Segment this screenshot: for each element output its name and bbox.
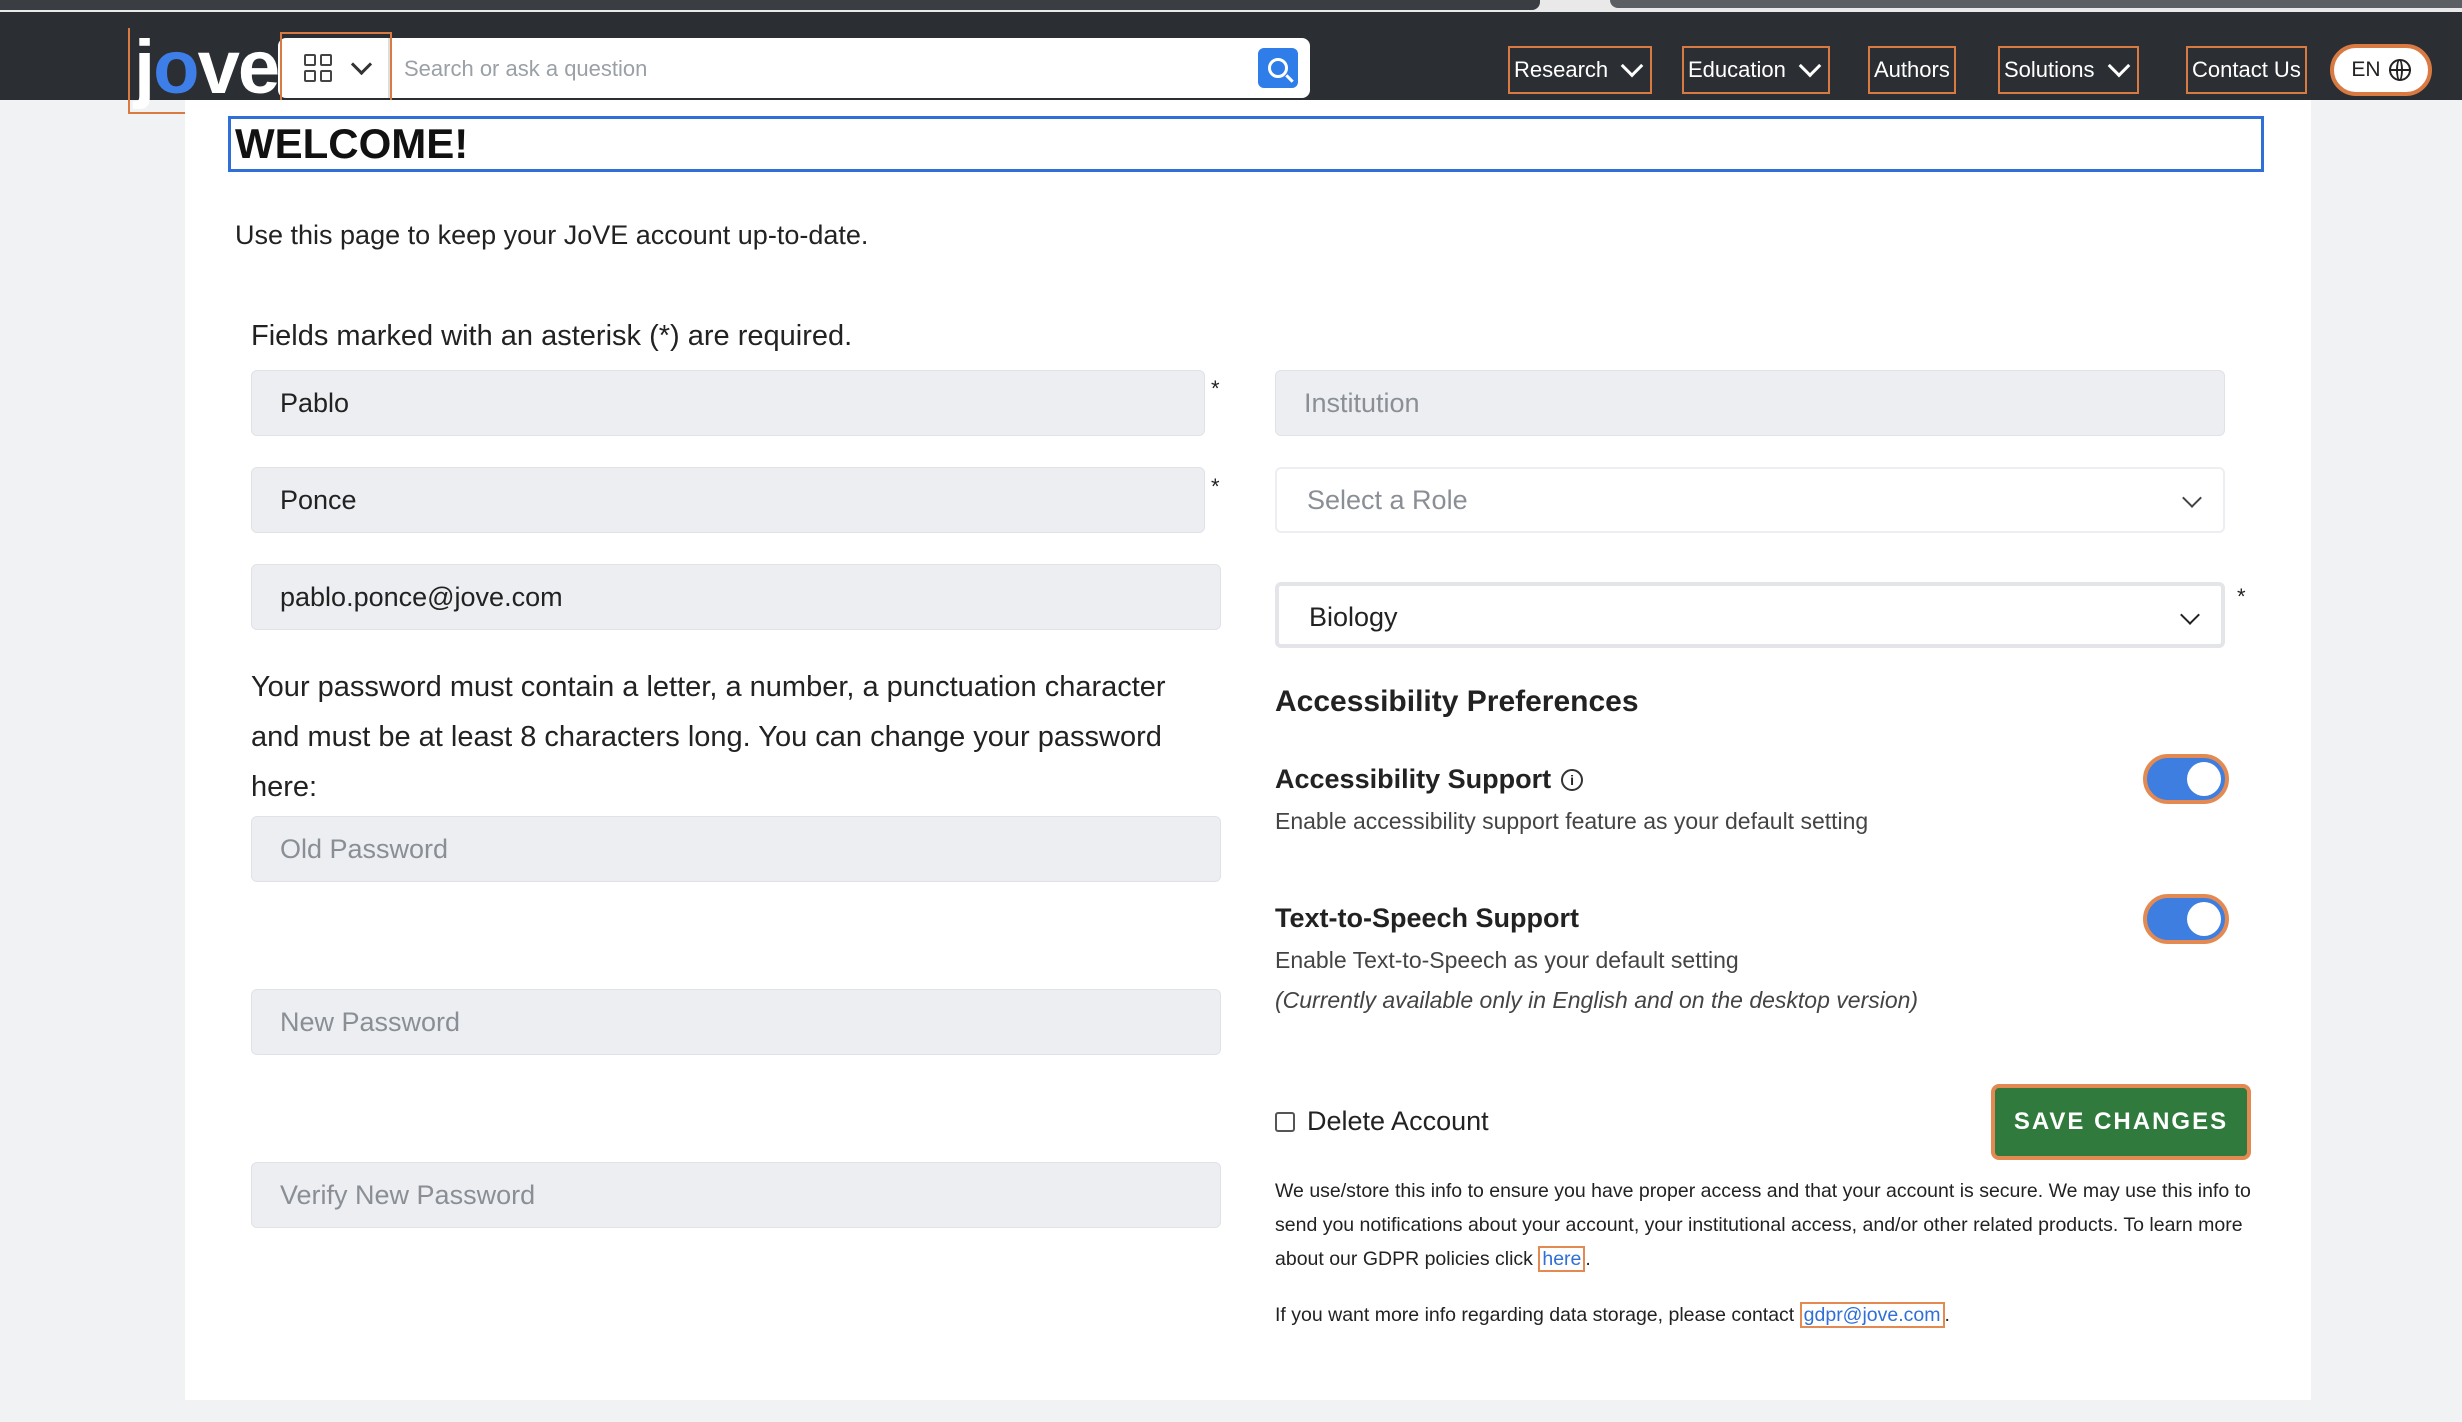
save-changes-button[interactable]: SAVE CHANGES	[1991, 1084, 2251, 1160]
language-label: EN	[2351, 58, 2381, 81]
nav-contact-label: Contact Us	[2192, 57, 2301, 82]
tts-support-desc: Enable Text-to-Speech as your default se…	[1275, 947, 1739, 973]
tts-support-toggle[interactable]	[2143, 894, 2229, 944]
search-input[interactable]	[402, 48, 1206, 90]
first-name-field[interactable]: Pablo	[251, 370, 1205, 436]
nav-contact-us[interactable]: Contact Us	[2186, 46, 2307, 94]
chevron-down-icon	[2180, 605, 2200, 625]
required-note: Fields marked with an asterisk (*) are r…	[251, 320, 853, 352]
nav-research[interactable]: Research	[1508, 46, 1653, 94]
gdpr-notice: We use/store this info to ensure you hav…	[1275, 1180, 2251, 1272]
nav-authors[interactable]: Authors	[1868, 46, 1956, 94]
required-asterisk: *	[1211, 376, 1220, 401]
tts-support-note: (Currently available only in English and…	[1275, 987, 1919, 1013]
info-icon[interactable]: i	[1561, 768, 1584, 791]
chevron-down-icon	[2182, 488, 2202, 508]
accessibility-title: Accessibility Preferences	[1275, 685, 1639, 718]
role-select[interactable]: Select a Role	[1275, 467, 2225, 533]
language-selector[interactable]: EN	[2330, 44, 2432, 96]
chevron-down-icon	[1798, 54, 1822, 78]
browser-tab-active	[0, 0, 1540, 10]
gdpr-policy-link[interactable]: here	[1538, 1246, 1586, 1272]
logo-text: jove	[134, 25, 280, 110]
tts-support-title: Text-to-Speech Support	[1275, 903, 1579, 934]
email-field[interactable]: pablo.ponce@jove.com	[251, 564, 1221, 630]
last-name-field[interactable]: Ponce	[251, 467, 1205, 533]
verify-password-field[interactable]: Verify New Password	[251, 1162, 1221, 1228]
intro-text: Use this page to keep your JoVE account …	[235, 220, 869, 250]
required-asterisk: *	[1211, 474, 1220, 499]
nav-education-label: Education	[1688, 57, 1786, 82]
toggle-knob	[2187, 902, 2221, 936]
page-title: WELCOME!	[228, 116, 2264, 172]
grid-icon	[303, 54, 332, 82]
data-storage-contact: If you want more info regarding data sto…	[1275, 1302, 1950, 1328]
password-requirements: Your password must contain a letter, a n…	[251, 671, 1166, 803]
delete-account-checkbox[interactable]	[1275, 1111, 1295, 1132]
field-select[interactable]: Biology	[1275, 582, 2225, 648]
accessibility-support-desc: Enable accessibility support feature as …	[1275, 808, 1869, 834]
account-card: WELCOME! Use this page to keep your JoVE…	[185, 100, 2311, 1400]
role-select-value: Select a Role	[1307, 485, 1468, 515]
nav-education[interactable]: Education	[1682, 46, 1830, 94]
accessibility-support-title: Accessibility Support i	[1275, 764, 1584, 795]
chevron-down-icon	[2107, 54, 2130, 78]
chevron-down-icon	[1620, 54, 1644, 78]
field-select-value: Biology	[1309, 602, 1398, 632]
search-icon	[1268, 58, 1288, 78]
globe-icon	[2388, 59, 2411, 81]
institution-field[interactable]: Institution	[1275, 370, 2225, 436]
nav-solutions-label: Solutions	[2004, 57, 2095, 82]
browser-tab-inactive	[1610, 0, 2462, 8]
search-divider	[388, 38, 390, 98]
delete-account-row[interactable]: Delete Account	[1275, 1106, 1489, 1137]
toggle-knob	[2187, 762, 2221, 796]
nav-research-label: Research	[1514, 57, 1609, 82]
delete-account-label: Delete Account	[1307, 1106, 1489, 1136]
old-password-field[interactable]: Old Password	[251, 816, 1221, 882]
search-button[interactable]	[1258, 48, 1298, 88]
top-navigation-bar: jove Research Education Authors Solution…	[0, 12, 2462, 114]
chevron-down-icon	[350, 53, 372, 75]
nav-solutions[interactable]: Solutions	[1998, 46, 2139, 94]
required-asterisk: *	[2237, 584, 2246, 609]
search-bar	[278, 32, 1310, 104]
tts-support-label: Text-to-Speech Support	[1275, 903, 1580, 933]
browser-tab-strip	[0, 0, 2462, 12]
accessibility-support-label: Accessibility Support	[1275, 764, 1552, 794]
new-password-field[interactable]: New Password	[251, 989, 1221, 1055]
accessibility-support-toggle[interactable]	[2143, 754, 2229, 804]
gdpr-email-link[interactable]: gdpr@jove.com	[1799, 1302, 1945, 1328]
gdpr-text: We use/store this info to ensure you hav…	[1275, 1180, 2251, 1270]
contact-text: If you want more info regarding data sto…	[1275, 1304, 1795, 1326]
category-menu-button[interactable]	[280, 32, 392, 104]
nav-authors-label: Authors	[1874, 57, 1950, 82]
